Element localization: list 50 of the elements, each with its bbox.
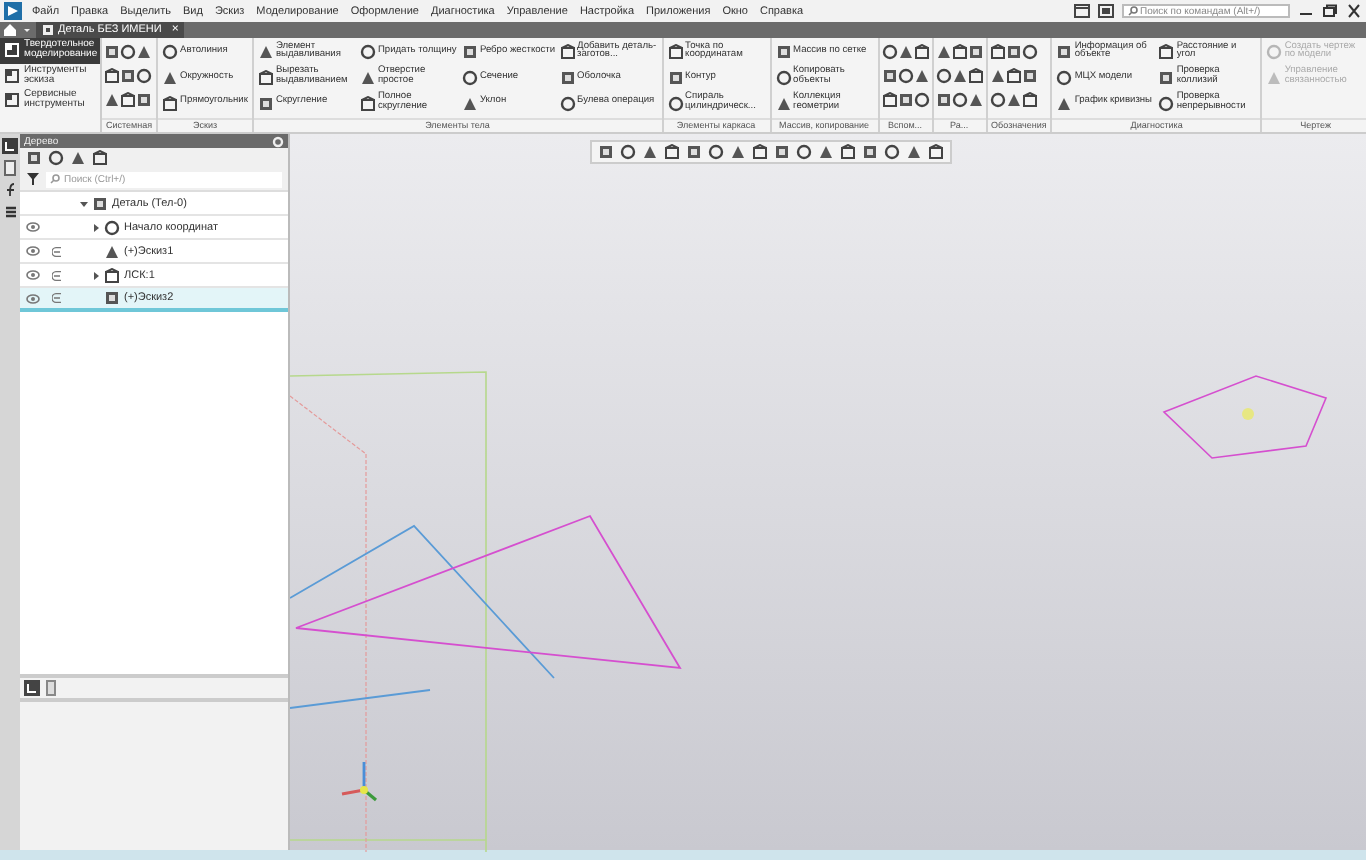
app-logo-icon[interactable] xyxy=(4,2,22,20)
tool-icon[interactable] xyxy=(257,69,274,86)
tool-icon[interactable] xyxy=(967,68,984,84)
tool-icon[interactable] xyxy=(359,95,376,112)
settings-icon[interactable] xyxy=(272,135,284,147)
window-layout-icon[interactable] xyxy=(1074,4,1090,18)
tool-icon[interactable] xyxy=(664,144,680,160)
tool-icon[interactable] xyxy=(257,44,274,61)
tool-icon[interactable] xyxy=(1005,68,1022,84)
close-icon[interactable] xyxy=(1346,4,1362,18)
filter-icon[interactable] xyxy=(26,172,40,186)
tool-icon[interactable] xyxy=(257,95,274,112)
search-icon xyxy=(1128,6,1138,16)
axis-triad-icon xyxy=(338,758,382,802)
tool-icon[interactable] xyxy=(92,150,108,166)
tool-icon[interactable] xyxy=(120,92,136,108)
tool-icon[interactable] xyxy=(928,144,944,160)
tree-panel-icon[interactable] xyxy=(2,138,18,154)
eye-icon[interactable] xyxy=(25,222,39,232)
element-of-icon[interactable] xyxy=(51,245,61,257)
restore-icon[interactable] xyxy=(1322,4,1338,18)
tool-icon[interactable] xyxy=(913,44,930,60)
tool-icon[interactable] xyxy=(1021,92,1038,108)
tree-tab-icon[interactable] xyxy=(24,680,40,696)
tool-icon[interactable] xyxy=(104,68,120,84)
tool-icon[interactable] xyxy=(951,44,968,60)
tool-icon[interactable] xyxy=(104,290,120,306)
expanded-arrow-icon[interactable] xyxy=(80,199,88,207)
tool-icon[interactable] xyxy=(881,92,898,108)
eye-icon[interactable] xyxy=(25,270,39,280)
search-icon xyxy=(50,174,60,184)
collapsed-arrow-icon[interactable] xyxy=(92,223,100,231)
tool-icon[interactable] xyxy=(752,144,768,160)
tool-icon[interactable] xyxy=(559,44,576,61)
properties-icon[interactable] xyxy=(4,160,16,176)
eye-icon[interactable] xyxy=(25,293,39,303)
variables-icon[interactable] xyxy=(3,182,17,198)
tool-icon[interactable] xyxy=(840,144,856,160)
tool-icon[interactable] xyxy=(667,44,684,61)
eye-icon[interactable] xyxy=(25,246,39,256)
tool-icon[interactable] xyxy=(989,44,1006,60)
tool-icon[interactable] xyxy=(104,267,120,283)
tool-icon[interactable] xyxy=(1158,44,1175,61)
panels-icon[interactable] xyxy=(1098,4,1114,18)
element-of-icon[interactable] xyxy=(51,269,61,281)
element-of-icon[interactable] xyxy=(51,292,61,304)
page-tab-icon[interactable] xyxy=(46,680,56,696)
collapsed-arrow-icon[interactable] xyxy=(92,271,100,279)
tool-icon[interactable] xyxy=(162,95,179,112)
layers-icon[interactable] xyxy=(3,204,17,220)
